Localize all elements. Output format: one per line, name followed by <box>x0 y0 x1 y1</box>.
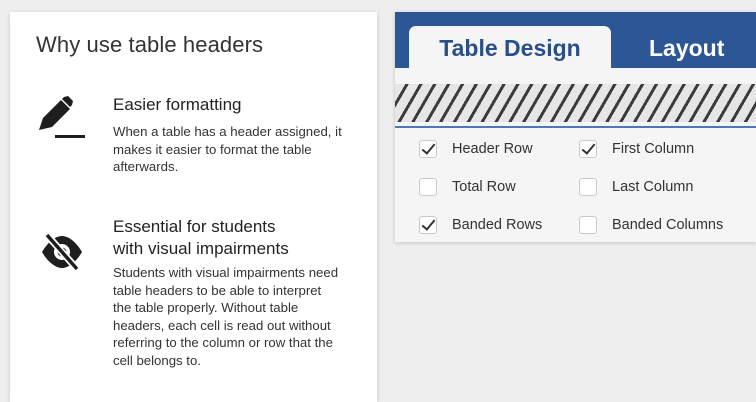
option-first-column[interactable]: First Column <box>579 138 694 160</box>
banded-columns-label: Banded Columns <box>612 217 724 233</box>
option-last-column[interactable]: Last Column <box>579 176 693 198</box>
last-column-label: Last Column <box>612 179 694 195</box>
first-column-label: First Column <box>612 141 695 157</box>
option-total-row[interactable]: Total Row <box>419 176 516 198</box>
eye-slash-icon <box>40 232 84 272</box>
table-styles-gallery <box>395 84 756 122</box>
banded-rows-checkbox[interactable] <box>419 216 437 234</box>
pencil-edit-icon <box>37 96 87 140</box>
banded-rows-label: Banded Rows <box>452 217 543 233</box>
total-row-checkbox[interactable] <box>419 178 437 196</box>
ribbon-divider <box>395 126 756 128</box>
tab-layout[interactable]: Layout <box>633 26 756 70</box>
last-column-checkbox[interactable] <box>579 178 597 196</box>
header-row-label: Header Row <box>452 141 533 157</box>
feature-heading-accessibility: Essential for students with visual impai… <box>113 217 289 258</box>
feature-body-formatting: When a table has a header assigned, it m… <box>113 124 342 174</box>
option-banded-rows[interactable]: Banded Rows <box>419 214 542 236</box>
option-header-row[interactable]: Header Row <box>419 138 533 160</box>
header-row-checkbox[interactable] <box>419 140 437 158</box>
ribbon-panel: Table Design Layout Header Row First Col… <box>395 12 756 242</box>
feature-body-accessibility: Students with visual impairments need ta… <box>113 265 339 368</box>
first-column-checkbox[interactable] <box>579 140 597 158</box>
banded-columns-checkbox[interactable] <box>579 216 597 234</box>
info-card: Why use table headers Easier formatting … <box>10 12 377 402</box>
feature-heading-formatting: Easier formatting <box>113 95 242 114</box>
card-title: Why use table headers <box>36 32 264 57</box>
option-banded-columns[interactable]: Banded Columns <box>579 214 723 236</box>
tab-table-design[interactable]: Table Design <box>409 26 611 70</box>
total-row-label: Total Row <box>452 179 516 195</box>
